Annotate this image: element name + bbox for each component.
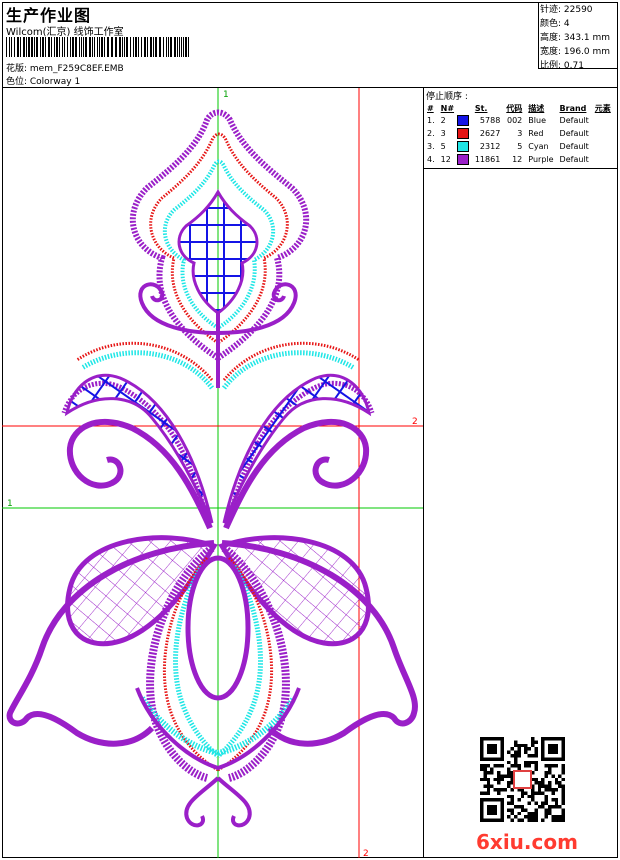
- row-brand: Default: [559, 116, 589, 125]
- design-name: 花版: mem_F259C8EF.EMB: [6, 64, 124, 74]
- table-row: 2. 3 2627 3 Red Default: [424, 127, 614, 140]
- col-needle: N#: [440, 103, 455, 113]
- watermark-logo: 6xiu.com: [476, 830, 578, 854]
- row-index: 3.: [427, 142, 435, 151]
- row-description: Cyan: [528, 142, 549, 151]
- row-needle: 5: [440, 142, 446, 151]
- row-description: Blue: [528, 116, 546, 125]
- barcode: [6, 37, 189, 57]
- row-stitches: 2627: [479, 129, 501, 138]
- stitch-count: 针迹: 22590: [540, 5, 593, 15]
- axis-label-bottom: 2: [363, 849, 369, 858]
- axis-label-right: 2: [412, 417, 418, 427]
- scale-ratio: 比例: 0.71: [540, 61, 584, 71]
- color-swatch: [456, 128, 469, 139]
- row-needle: 3: [440, 129, 446, 138]
- row-needle: 2: [440, 116, 446, 125]
- color-count: 颜色: 4: [540, 19, 570, 29]
- axis-label-left: 1: [7, 499, 13, 509]
- embroidery-design: 1 2 1 2: [2, 88, 423, 858]
- col-element: 元素: [594, 103, 611, 113]
- row-code: 3: [517, 129, 523, 138]
- col-code: 代码: [506, 103, 523, 113]
- row-swatch: [454, 114, 472, 127]
- row-element: [592, 140, 614, 153]
- qr-code: [480, 737, 565, 822]
- row-element: [592, 153, 614, 166]
- col-description: 描述: [528, 103, 545, 113]
- table-row: 1. 2 5788 002 Blue Default: [424, 114, 614, 127]
- col-brand: Brand: [559, 103, 587, 113]
- row-needle: 12: [440, 155, 451, 164]
- row-code: 002: [507, 116, 523, 125]
- color-swatch: [456, 141, 469, 152]
- col-stitches: St.: [474, 103, 488, 113]
- side-panel-table-bottom: [423, 168, 618, 169]
- company-name: Wilcom(汇京) 线饰工作室: [6, 27, 124, 38]
- colorway-name: 色位: Colorway 1: [6, 77, 81, 87]
- row-stitches: 11861: [474, 155, 501, 164]
- row-stitches: 5788: [479, 116, 501, 125]
- row-index: 4.: [427, 155, 435, 164]
- color-swatch: [456, 115, 469, 126]
- table-row: 4. 12 11861 12 Purple Default: [424, 153, 614, 166]
- row-swatch: [454, 140, 472, 153]
- row-code: 5: [517, 142, 523, 151]
- bottom-motif: [6, 535, 418, 828]
- row-element: [592, 127, 614, 140]
- row-description: Red: [528, 129, 544, 138]
- table-header-row: # N# St. 代码 描述 Brand 元素: [424, 102, 614, 114]
- stats-panel: 针迹: 22590 颜色: 4 高度: 343.1 mm 宽度: 196.0 m…: [540, 3, 610, 73]
- row-brand: Default: [559, 142, 589, 151]
- table-row: 3. 5 2312 5 Cyan Default: [424, 140, 614, 153]
- qr-logo-badge: [512, 769, 533, 790]
- color-swatch: [456, 154, 469, 165]
- row-index: 2.: [427, 129, 435, 138]
- side-panel-divider: [423, 87, 424, 858]
- row-element: [592, 114, 614, 127]
- row-stitches: 2312: [479, 142, 501, 151]
- stats-divider: [538, 2, 539, 69]
- row-brand: Default: [559, 129, 589, 138]
- design-width: 宽度: 196.0 mm: [540, 47, 611, 57]
- axis-label-top: 1: [223, 90, 229, 100]
- row-swatch: [454, 153, 472, 166]
- stop-sequence-title: 停止顺序 :: [426, 92, 468, 102]
- row-swatch: [454, 127, 472, 140]
- row-brand: Default: [559, 155, 589, 164]
- design-height: 高度: 343.1 mm: [540, 33, 611, 43]
- row-index: 1.: [427, 116, 435, 125]
- row-code: 12: [512, 155, 523, 164]
- row-description: Purple: [528, 155, 554, 164]
- col-index: #: [427, 103, 434, 113]
- stop-sequence-table: # N# St. 代码 描述 Brand 元素 1. 2 5788 002 Blue De…: [424, 102, 614, 166]
